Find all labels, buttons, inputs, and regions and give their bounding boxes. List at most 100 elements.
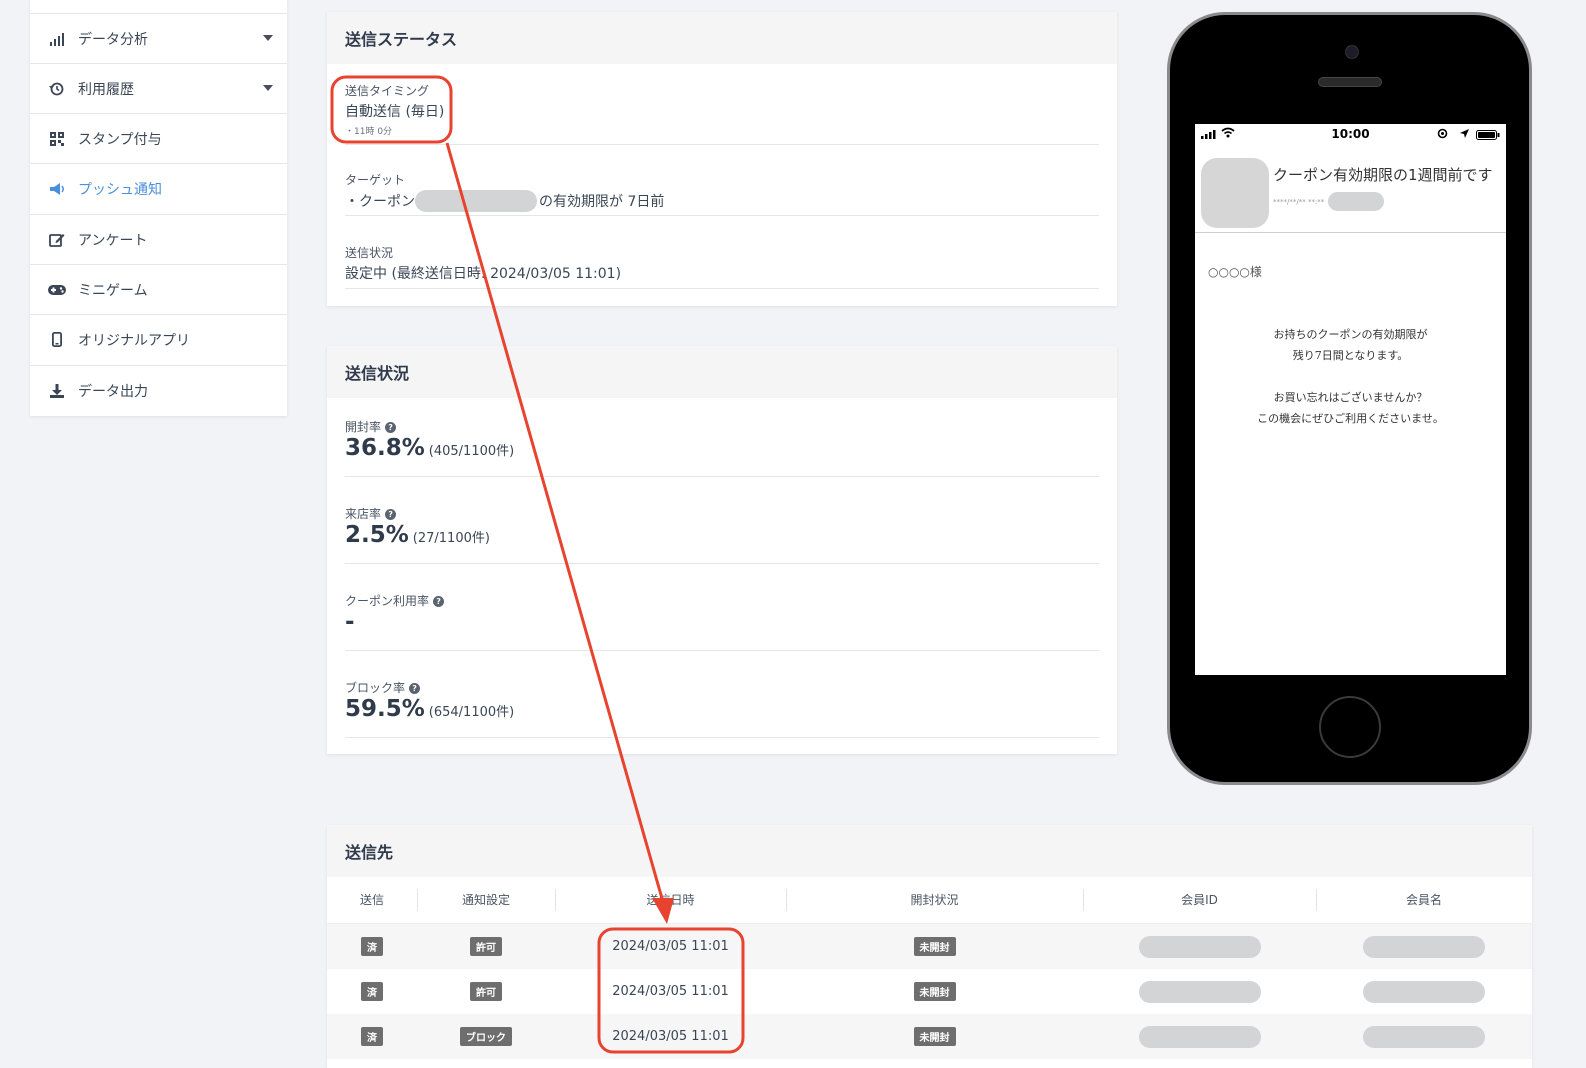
sidebar-item-original-app[interactable]: オリジナルアプリ bbox=[30, 314, 287, 364]
column-header-member-id[interactable]: 会員ID bbox=[1083, 877, 1316, 923]
column-header-member-name[interactable]: 会員名 bbox=[1316, 877, 1532, 923]
sent-datetime: 2024/03/05 11:01 bbox=[612, 939, 729, 954]
gamepad-icon bbox=[48, 281, 66, 299]
open-rate-value: 36.8% bbox=[345, 435, 425, 461]
coupon-rate-field: クーポン利用率? - bbox=[345, 592, 1099, 651]
redacted-member-id bbox=[1138, 980, 1261, 1003]
table-row[interactable]: 済 許可 2024/03/05 11:01 未開封 bbox=[327, 924, 1532, 969]
sidebar-item-push-notification[interactable]: プッシュ通知 bbox=[30, 163, 287, 213]
sidebar-item-label: プッシュ通知 bbox=[78, 181, 162, 198]
visit-rate-detail: (27/1100件) bbox=[412, 531, 490, 546]
message-header: クーポン有効期限の1週間前です ****/**/** **:** bbox=[1195, 146, 1506, 233]
help-icon[interactable]: ? bbox=[385, 422, 397, 433]
sidebar-item-history[interactable]: 利用履歴 bbox=[30, 63, 287, 113]
megaphone-icon bbox=[48, 180, 66, 198]
sidebar-item-label: オリジナルアプリ bbox=[78, 332, 190, 349]
open-status-badge: 未開封 bbox=[913, 937, 956, 956]
history-icon bbox=[48, 80, 66, 98]
sidebar-item-label: スタンプ付与 bbox=[78, 131, 162, 148]
download-icon bbox=[48, 382, 66, 400]
open-rate-field: 開封率? 36.8% (405/1100件) bbox=[345, 418, 1099, 477]
state-field: 送信状況 設定中 (最終送信日時: 2024/03/05 11:01) bbox=[345, 244, 1099, 289]
table-row[interactable]: 済 許可 2024/03/05 11:01 未開封 bbox=[327, 969, 1532, 1014]
home-button[interactable] bbox=[1319, 696, 1381, 758]
signal-icon bbox=[1201, 128, 1217, 142]
target-value: ・クーポン の有効期限が 7日前 bbox=[345, 190, 1099, 212]
help-icon[interactable]: ? bbox=[409, 683, 421, 694]
message-date: ****/**/** **:** bbox=[1273, 192, 1385, 211]
timing-label: 送信タイミング bbox=[345, 84, 430, 98]
sent-badge: 済 bbox=[361, 937, 383, 956]
message-title: クーポン有効期限の1週間前です bbox=[1273, 166, 1493, 184]
redacted-sender bbox=[1328, 192, 1385, 211]
sidebar-item-data-export[interactable]: データ出力 bbox=[30, 365, 287, 415]
table-row[interactable]: 済 ブロック 2024/03/05 11:01 未開封 bbox=[327, 1014, 1532, 1059]
recipients-card: 送信先 送信 通知設定 送信日時 開封状況 会員ID 会員名 済 許可 2024… bbox=[327, 825, 1532, 1068]
help-icon[interactable]: ? bbox=[433, 596, 445, 607]
sidebar-item-minigame[interactable]: ミニゲーム bbox=[30, 264, 287, 314]
help-icon[interactable]: ? bbox=[385, 509, 397, 520]
chevron-down-icon bbox=[263, 85, 273, 91]
message-body-line: この機会にぜひご利用くださいませ。 bbox=[1257, 412, 1444, 425]
card-title: 送信先 bbox=[327, 825, 1532, 877]
column-header-open-status[interactable]: 開封状況 bbox=[786, 877, 1083, 923]
redacted-member-name bbox=[1363, 935, 1485, 958]
visit-rate-value: 2.5% bbox=[345, 522, 409, 548]
sent-datetime: 2024/03/05 11:01 bbox=[612, 1029, 729, 1044]
redacted-member-name bbox=[1363, 980, 1485, 1003]
chevron-down-icon bbox=[263, 35, 273, 41]
message-body-line: お買い忘れはございませんか？ bbox=[1273, 391, 1428, 404]
sidebar-item-label: ミニゲーム bbox=[78, 282, 148, 299]
open-status-badge: 未開封 bbox=[913, 982, 956, 1001]
redacted-member-id bbox=[1138, 935, 1261, 958]
speaker-grill bbox=[1318, 77, 1382, 87]
state-label: 送信状況 bbox=[345, 246, 394, 260]
location-icon bbox=[1459, 128, 1470, 142]
state-value: 設定中 (最終送信日時: 2024/03/05 11:01) bbox=[345, 266, 622, 282]
redacted-member-name bbox=[1363, 1025, 1485, 1048]
block-rate-detail: (654/1100件) bbox=[428, 705, 515, 720]
message-body-line: 残り7日間となります。 bbox=[1292, 349, 1409, 362]
lock-rotation-icon bbox=[1437, 128, 1448, 142]
qr-code-icon bbox=[48, 130, 66, 148]
column-header-sent[interactable]: 送信 bbox=[327, 877, 417, 923]
column-header-notification[interactable]: 通知設定 bbox=[417, 877, 555, 923]
battery-icon bbox=[1476, 129, 1500, 143]
smartphone-icon bbox=[48, 331, 66, 349]
sidebar-item-label: 利用履歴 bbox=[78, 81, 134, 98]
open-rate-label: 開封率 bbox=[345, 420, 382, 434]
column-header-datetime[interactable]: 送信日時 bbox=[555, 877, 786, 923]
notification-badge: 許可 bbox=[470, 937, 502, 956]
message-body-line: お持ちのクーポンの有効期限が bbox=[1273, 328, 1428, 341]
block-rate-value: 59.5% bbox=[345, 696, 425, 722]
message-date-text: ****/**/** **:** bbox=[1273, 197, 1325, 206]
table-header: 送信 通知設定 送信日時 開封状況 会員ID 会員名 bbox=[327, 877, 1532, 924]
message-greeting: ○○○○様 bbox=[1208, 265, 1262, 279]
sidebar-item-label: アンケート bbox=[78, 232, 148, 249]
sent-datetime: 2024/03/05 11:01 bbox=[612, 984, 729, 999]
avatar bbox=[1201, 158, 1269, 228]
phone-mockup: 10:00 クーポン有効期限の1週間前です ****/**/** **:** ○… bbox=[1167, 12, 1532, 785]
camera-icon bbox=[1345, 45, 1359, 59]
send-stats-card: 送信状況 開封率? 36.8% (405/1100件) 来店率? 2.5% (27/… bbox=[327, 346, 1117, 754]
bar-chart-icon bbox=[48, 30, 66, 48]
target-label: ターゲット bbox=[345, 173, 406, 187]
target-field: ターゲット ・クーポン の有効期限が 7日前 bbox=[345, 171, 1099, 216]
card-title: 送信ステータス bbox=[327, 12, 1117, 64]
sidebar-item-survey[interactable]: アンケート bbox=[30, 214, 287, 264]
sidebar-item-stamp[interactable]: スタンプ付与 bbox=[30, 113, 287, 163]
edit-icon bbox=[48, 231, 66, 249]
phone-time: 10:00 bbox=[1331, 127, 1370, 141]
notification-badge: ブロック bbox=[460, 1027, 512, 1046]
sidebar-item-data-analysis[interactable]: データ分析 bbox=[30, 13, 287, 63]
timing-value: 自動送信 (毎日) bbox=[345, 104, 445, 120]
redacted-coupon-name bbox=[415, 190, 537, 212]
wifi-icon bbox=[1221, 127, 1235, 141]
coupon-rate-value: - bbox=[345, 609, 355, 635]
timing-field: 送信タイミング 自動送信 (毎日) ・11時 0分 bbox=[345, 82, 1099, 145]
card-title: 送信状況 bbox=[327, 346, 1117, 398]
coupon-rate-label: クーポン利用率 bbox=[345, 594, 430, 608]
visit-rate-label: 来店率 bbox=[345, 507, 382, 521]
sent-badge: 済 bbox=[361, 982, 383, 1001]
block-rate-field: ブロック率? 59.5% (654/1100件) bbox=[345, 679, 1099, 738]
